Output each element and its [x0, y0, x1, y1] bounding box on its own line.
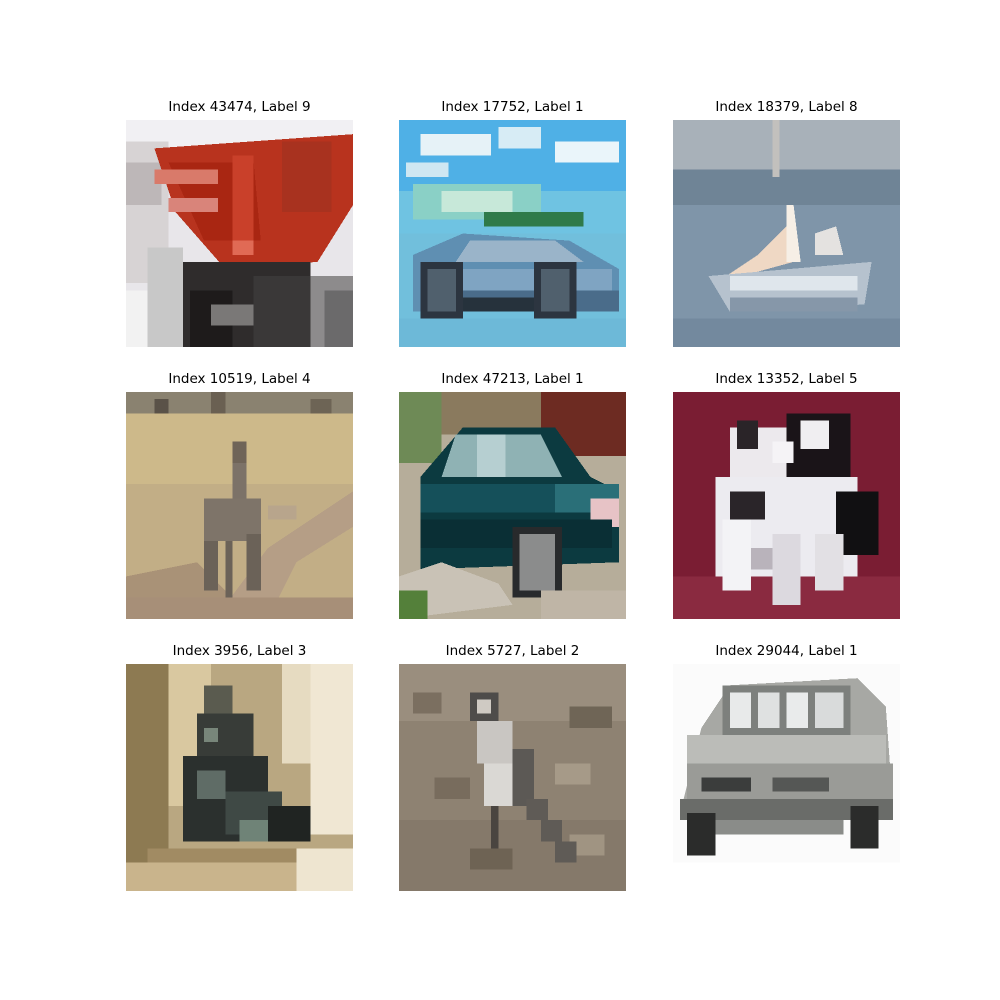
panel-title: Index 43474, Label 9: [168, 99, 311, 115]
minivan-image: [673, 664, 900, 891]
panel-title: Index 17752, Label 1: [441, 99, 584, 115]
dog-image: [673, 392, 900, 619]
ship-image: [673, 120, 900, 347]
cat-image: [126, 664, 353, 891]
panel-title: Index 5727, Label 2: [445, 643, 580, 659]
deer-image: [126, 392, 353, 619]
panel-title: Index 47213, Label 1: [441, 371, 584, 387]
car-image: [399, 392, 626, 619]
panel-title: Index 10519, Label 4: [168, 371, 311, 387]
panel-title: Index 13352, Label 5: [715, 371, 858, 387]
truck-image: [126, 120, 353, 347]
panel-title: Index 29044, Label 1: [715, 643, 858, 659]
bird-image: [399, 664, 626, 891]
panel-title: Index 3956, Label 3: [172, 643, 307, 659]
panel-title: Index 18379, Label 8: [715, 99, 858, 115]
car-image: [399, 120, 626, 347]
